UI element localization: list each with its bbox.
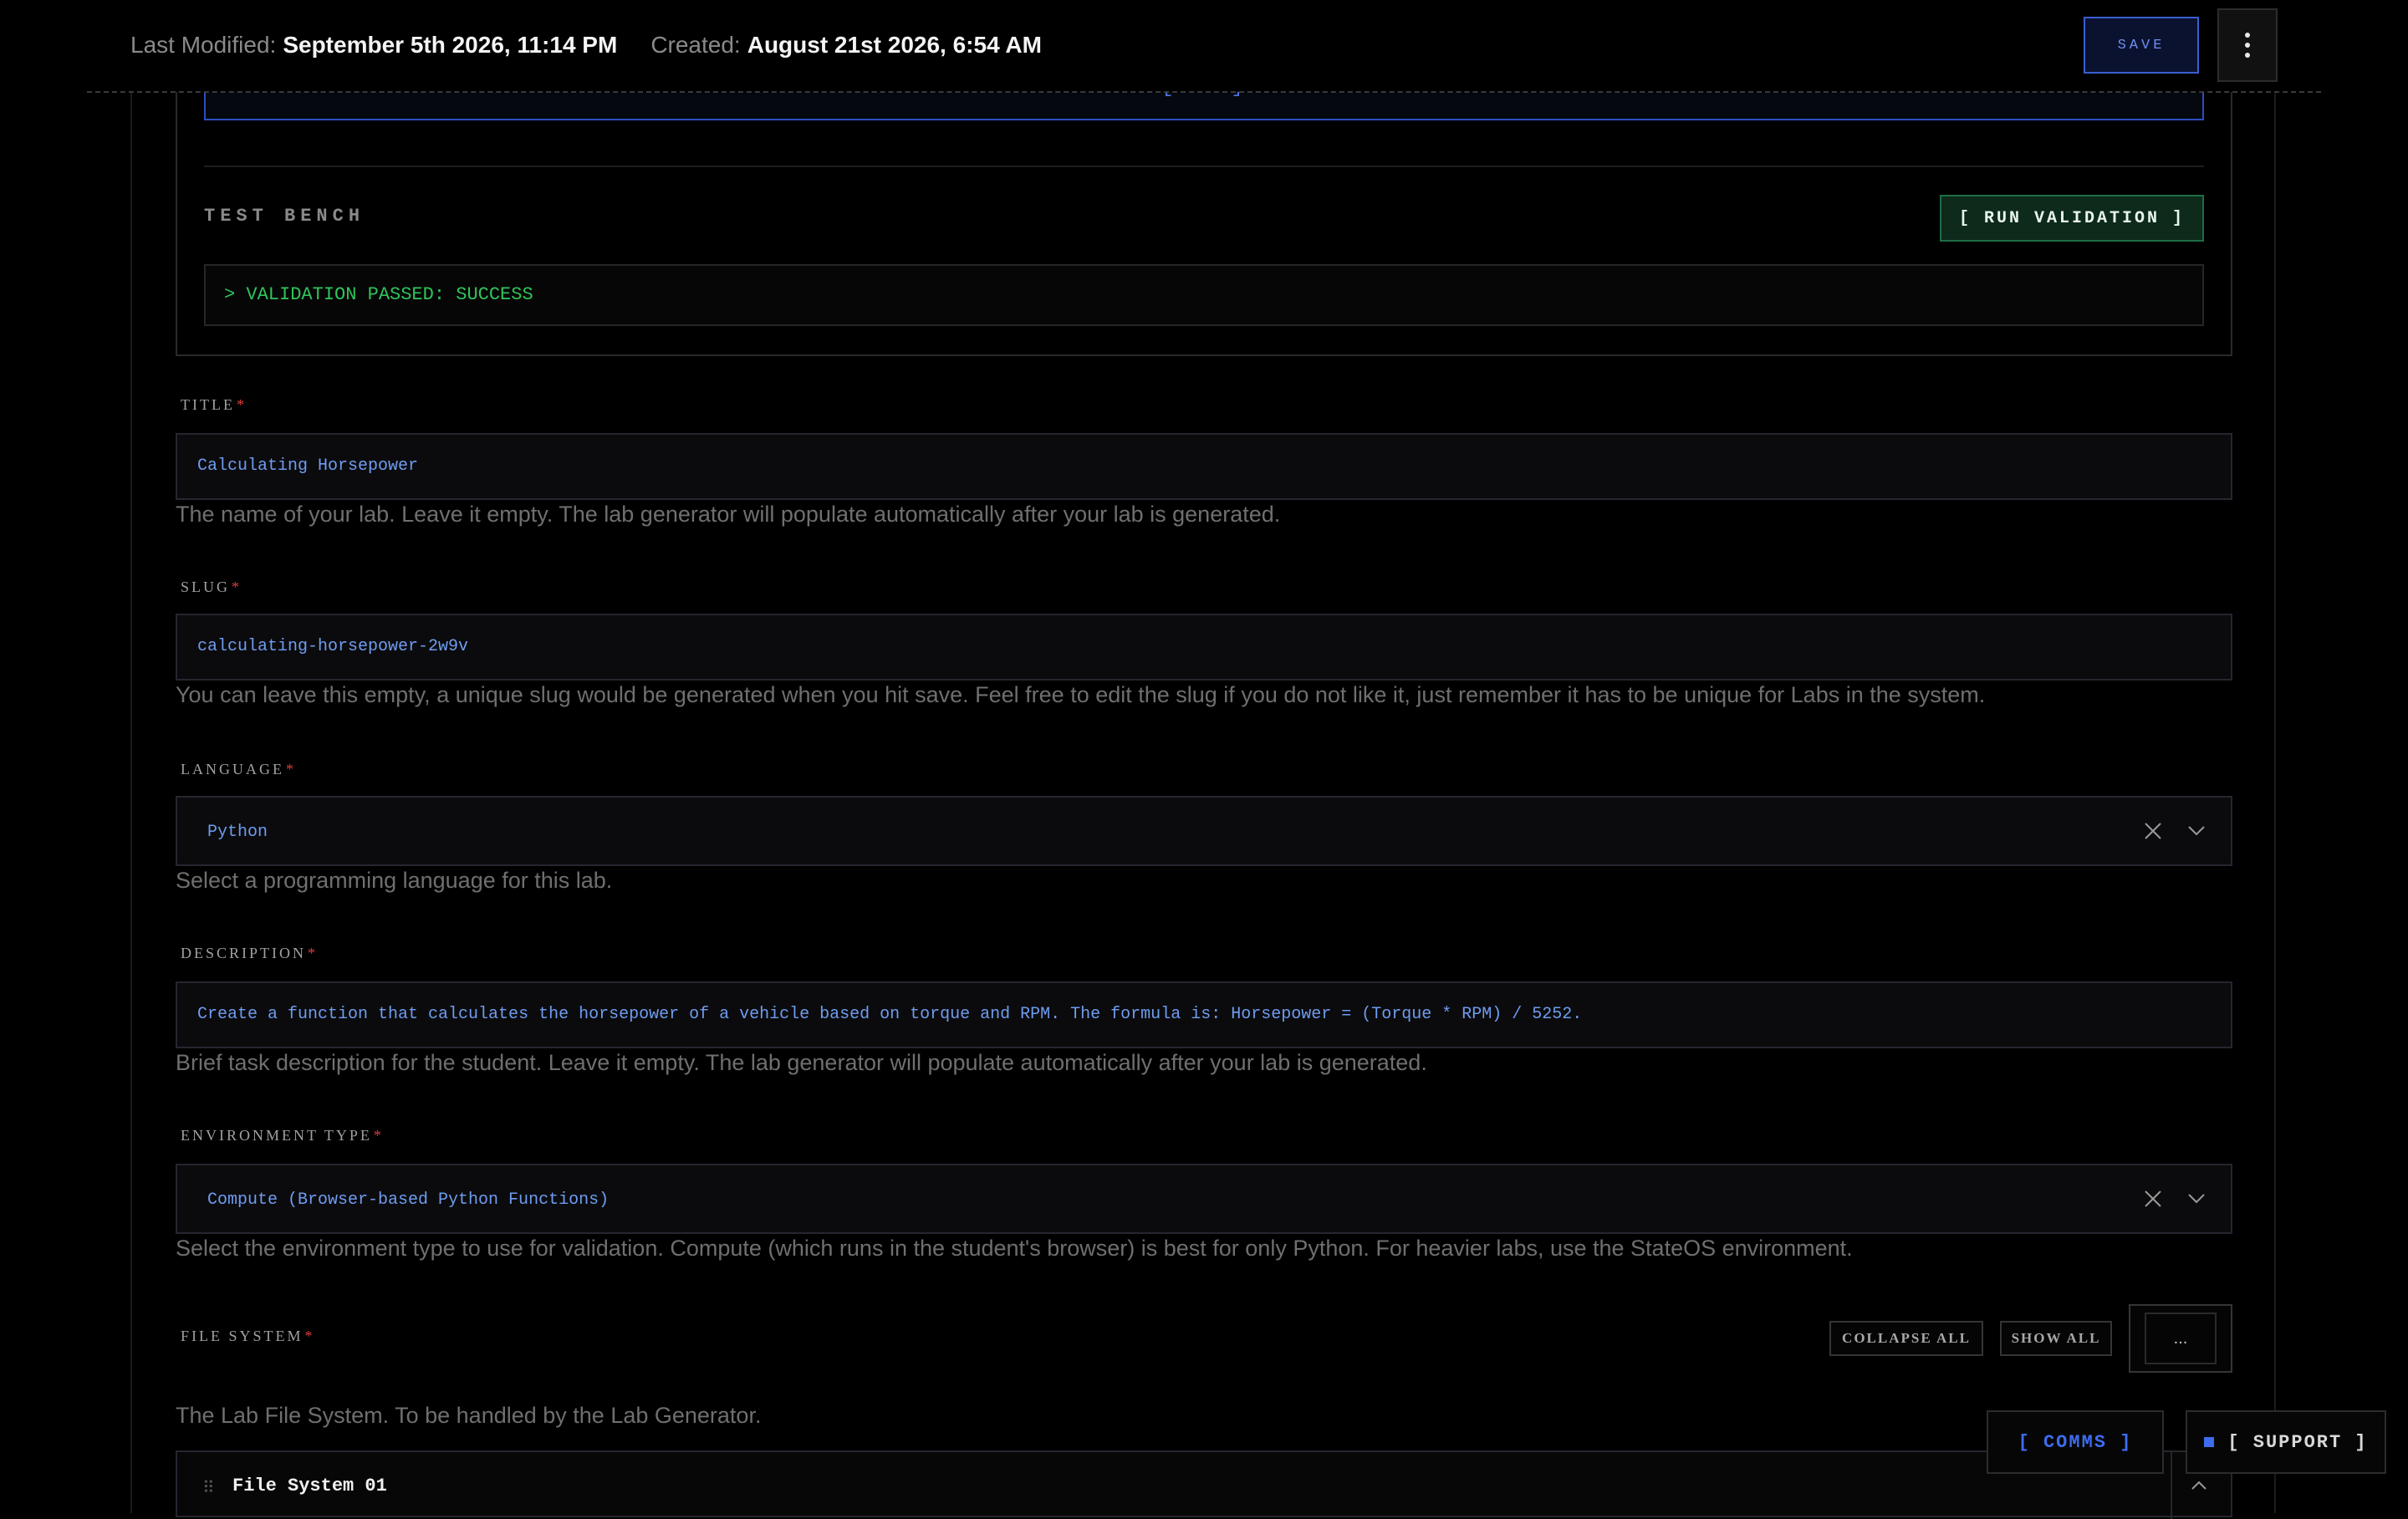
- last-modified-label: Last Modified:: [130, 32, 277, 58]
- lab-metadata: Last Modified: September 5th 2026, 11:14 …: [130, 32, 1042, 59]
- description-field[interactable]: Create a function that calculates the ho…: [176, 981, 2232, 1048]
- slug-value: calculating-horsepower-2w9v: [197, 637, 469, 656]
- drag-handle-icon[interactable]: ⠿: [202, 1477, 215, 1498]
- clear-icon[interactable]: [2144, 822, 2162, 840]
- chevron-up-icon[interactable]: [2191, 1481, 2207, 1491]
- slug-label: SLUG *: [181, 579, 242, 595]
- file-system-item[interactable]: ⠿ File System 01: [176, 1450, 2232, 1519]
- slug-field[interactable]: calculating-horsepower-2w9v: [176, 614, 2232, 680]
- environment-type-value: Compute (Browser-based Python Functions): [207, 1190, 610, 1210]
- comms-button[interactable]: [ COMMS ]: [1987, 1410, 2164, 1474]
- run-validation-button[interactable]: [ RUN VALIDATION ]: [1940, 195, 2204, 242]
- created-value: August 21st 2026, 6:54 AM: [747, 32, 1042, 58]
- validation-console: > VALIDATION PASSED: SUCCESS: [204, 264, 2204, 326]
- environment-type-help: Select the environment type to use for v…: [176, 1236, 1853, 1261]
- vertical-dots-icon[interactable]: [2217, 8, 2278, 82]
- description-help: Brief task description for the student. …: [176, 1050, 1427, 1075]
- title-label: TITLE *: [181, 396, 247, 413]
- header-divider: [87, 91, 2321, 93]
- environment-type-label: ENVIRONMENT TYPE *: [181, 1127, 384, 1144]
- file-system-label: FILE SYSTEM *: [181, 1328, 315, 1344]
- support-label: [ SUPPORT ]: [2227, 1431, 2368, 1453]
- file-system-help: The Lab File System. To be handled by th…: [176, 1403, 762, 1428]
- title-value: Calculating Horsepower: [197, 456, 419, 476]
- support-button[interactable]: [ SUPPORT ]: [2186, 1410, 2386, 1474]
- slug-help: You can leave this empty, a unique slug …: [176, 682, 1986, 707]
- file-system-menu-button[interactable]: ...: [2129, 1304, 2232, 1373]
- collapse-all-button[interactable]: COLLAPSE ALL: [1829, 1321, 1983, 1356]
- chevron-down-icon[interactable]: [2187, 824, 2206, 838]
- chevron-down-icon[interactable]: [2187, 1192, 2206, 1206]
- language-help: Select a programming language for this l…: [176, 868, 613, 893]
- language-value: Python: [207, 823, 268, 842]
- title-field[interactable]: Calculating Horsepower: [176, 433, 2232, 500]
- language-label: LANGUAGE *: [181, 761, 296, 777]
- title-help: The name of your lab. Leave it empty. Th…: [176, 502, 1281, 527]
- file-system-name: File System 01: [232, 1476, 387, 1496]
- show-all-button[interactable]: SHOW ALL: [2000, 1321, 2112, 1356]
- validation-output: > VALIDATION PASSED: SUCCESS: [224, 284, 533, 305]
- last-modified-value: September 5th 2026, 11:14 PM: [283, 32, 618, 58]
- page-header: Last Modified: September 5th 2026, 11:14 …: [0, 0, 2408, 92]
- test-bench-title: TEST BENCH: [204, 206, 365, 227]
- language-select[interactable]: Python: [176, 796, 2232, 866]
- more-label: ...: [2145, 1313, 2217, 1364]
- description-label: DESCRIPTION *: [181, 945, 319, 961]
- status-square-icon: [2204, 1437, 2215, 1447]
- save-button[interactable]: SAVE: [2084, 17, 2199, 74]
- created-label: Created:: [650, 32, 741, 58]
- clear-icon[interactable]: [2144, 1190, 2162, 1208]
- description-value: Create a function that calculates the ho…: [197, 1005, 1583, 1024]
- card-divider: [204, 166, 2204, 167]
- environment-type-select[interactable]: Compute (Browser-based Python Functions): [176, 1164, 2232, 1234]
